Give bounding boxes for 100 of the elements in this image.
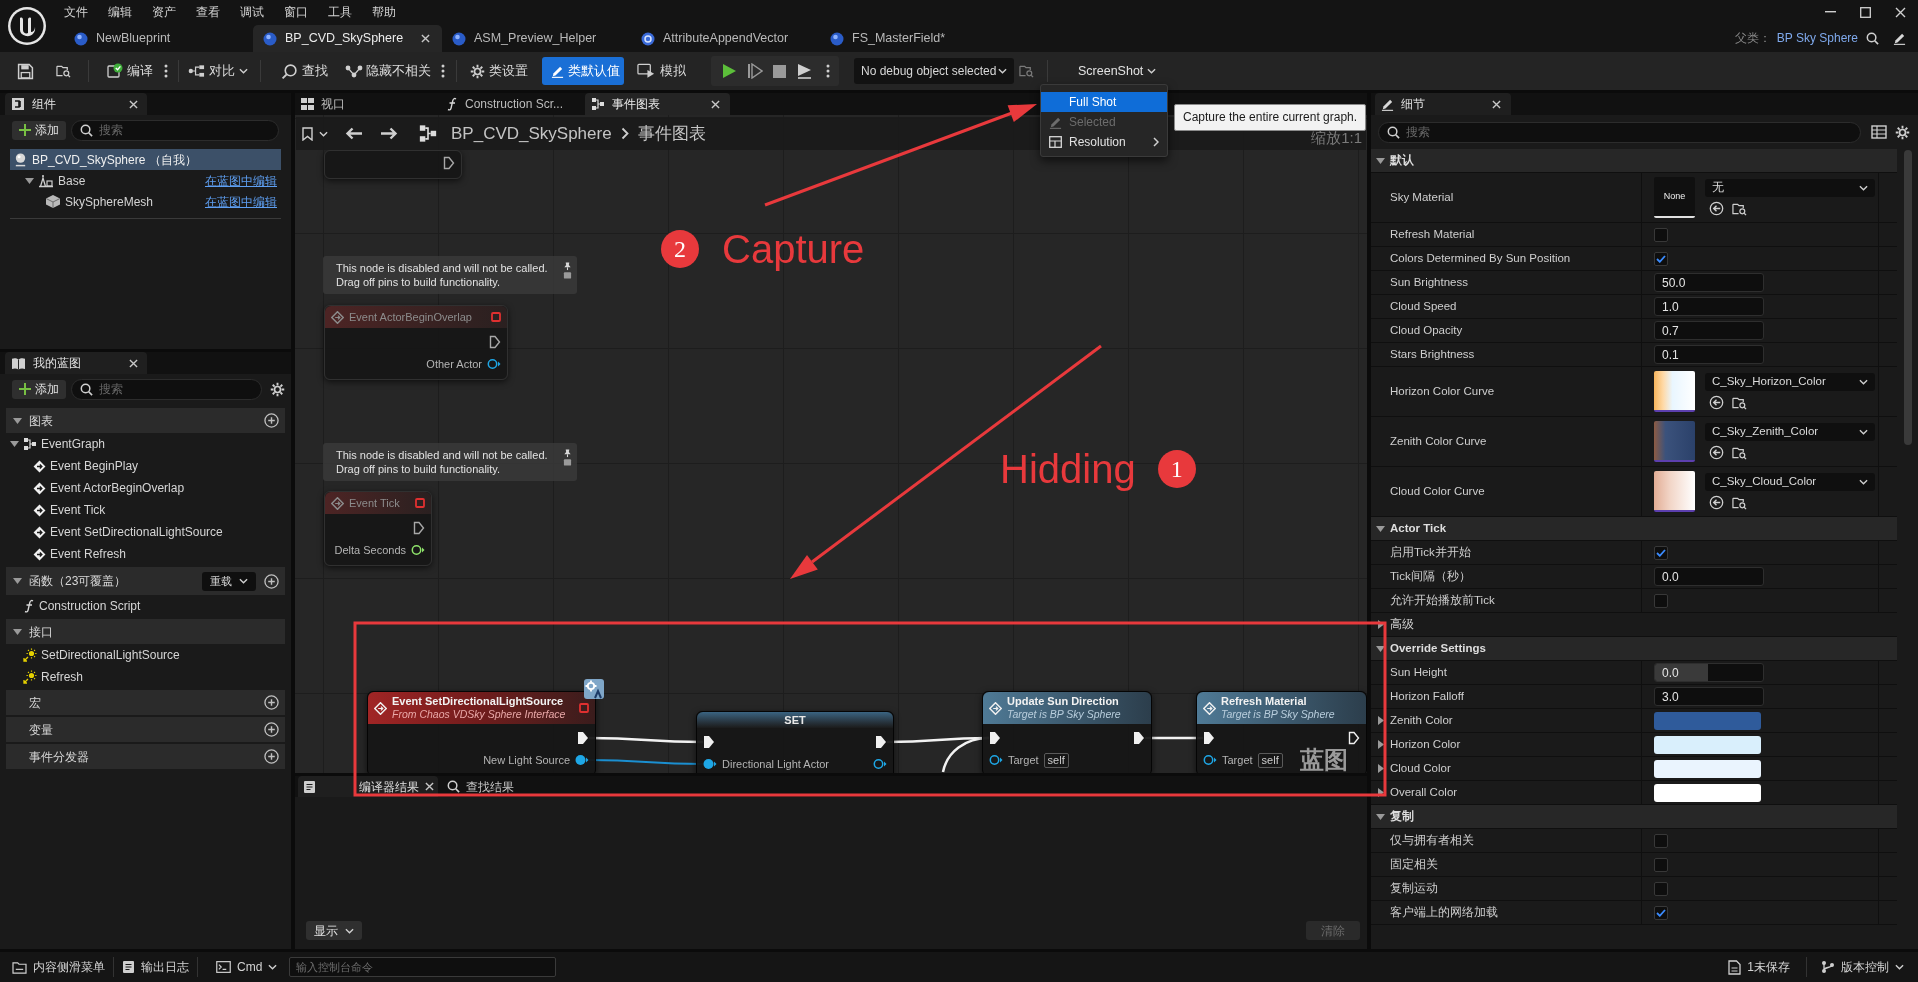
close-icon[interactable]: [1492, 99, 1501, 109]
diff-dropdown[interactable]: 对比: [184, 57, 252, 85]
stop-icon[interactable]: [773, 64, 786, 78]
compile-button[interactable]: 编译: [102, 57, 158, 85]
console-field[interactable]: 输入控制台命令: [289, 957, 557, 977]
blueprint-item[interactable]: Event SetDirectionalLightSource: [6, 521, 285, 543]
number-field[interactable]: 0.0: [1654, 567, 1764, 586]
blueprint-item[interactable]: Event ActorBeginOverlap: [6, 477, 285, 499]
checkbox[interactable]: [1654, 833, 1668, 848]
forward-arrow-icon[interactable]: [380, 127, 398, 140]
section-header[interactable]: 宏: [6, 690, 285, 715]
section-header[interactable]: 函数（23可覆盖） 重载: [6, 567, 285, 595]
menu-item[interactable]: Full Shot: [1041, 92, 1167, 112]
collapse-triangle-icon[interactable]: [1377, 764, 1384, 773]
document-tab[interactable]: FS_MasterField*: [820, 25, 1009, 52]
add-circle-icon[interactable]: [264, 722, 279, 737]
checkbox[interactable]: [1654, 227, 1668, 242]
graph-tab[interactable]: 视口: [295, 93, 440, 115]
add-button[interactable]: 添加: [12, 120, 66, 140]
breadcrumb-link[interactable]: BP_CVD_SkySphere: [451, 120, 612, 147]
graph-tab[interactable]: Construction Scr...: [440, 93, 585, 115]
more-icon[interactable]: [164, 64, 168, 78]
class-settings-button[interactable]: 类设置: [467, 57, 531, 85]
checkbox[interactable]: [1654, 857, 1668, 872]
override-dropdown[interactable]: 重载: [202, 571, 256, 591]
category-header[interactable]: Actor Tick: [1371, 517, 1897, 541]
tree-item[interactable]: BP_CVD_SkySphere （自我）: [10, 149, 281, 170]
section-header[interactable]: 事件分发器: [6, 744, 285, 769]
collapse-triangle-icon[interactable]: [1377, 620, 1384, 629]
close-icon[interactable]: [129, 358, 138, 368]
add-button[interactable]: 添加: [12, 379, 66, 399]
menu-item[interactable]: Resolution: [1041, 132, 1167, 152]
tree-item[interactable]: Base 在蓝图中编辑: [10, 170, 281, 191]
document-tab[interactable]: NewBlueprint: [64, 25, 253, 52]
asset-dropdown[interactable]: C_Sky_Zenith_Color: [1705, 423, 1875, 441]
function-node[interactable]: Update Sun Direction Target is BP Sky Sphere Target self: [982, 691, 1152, 773]
menu-item[interactable]: 工具: [318, 0, 362, 24]
number-field[interactable]: 3.0: [1654, 687, 1764, 706]
find-button[interactable]: 查找: [277, 57, 332, 85]
blueprint-item[interactable]: Event Tick: [6, 499, 285, 521]
add-circle-icon[interactable]: [264, 413, 279, 428]
close-icon[interactable]: [1895, 6, 1906, 18]
section-header[interactable]: 变量: [6, 717, 285, 742]
collapse-triangle-icon[interactable]: [1377, 788, 1384, 797]
blueprint-item[interactable]: Construction Script: [6, 595, 285, 617]
category-header[interactable]: 默认: [1371, 149, 1897, 173]
pencil-icon[interactable]: [1893, 31, 1906, 45]
add-circle-icon[interactable]: [264, 573, 279, 589]
more-icon[interactable]: [441, 64, 445, 78]
menu-item[interactable]: 调试: [230, 0, 274, 24]
arrow-left-circle-icon[interactable]: [1709, 201, 1724, 216]
asset-dropdown[interactable]: C_Sky_Cloud_Color: [1705, 473, 1875, 491]
asset-dropdown[interactable]: C_Sky_Horizon_Color: [1705, 373, 1875, 391]
arrow-left-circle-icon[interactable]: [1709, 395, 1724, 410]
collapse-triangle-icon[interactable]: [1377, 740, 1384, 749]
parent-class-link[interactable]: BP Sky Sphere: [1776, 29, 1858, 47]
event-node[interactable]: Event SetDirectionalLightSource From Chaos VDSky Sphere Interface New Light Source: [367, 691, 596, 773]
expand-triangle-icon[interactable]: [10, 441, 19, 447]
color-swatch[interactable]: [1654, 711, 1761, 730]
collapse-triangle-icon[interactable]: [1377, 716, 1384, 725]
save-icon[interactable]: [17, 62, 34, 80]
document-tab[interactable]: BP_CVD_SkySphere: [253, 25, 442, 52]
blueprint-item[interactable]: Refresh: [6, 666, 285, 688]
content-drawer-button[interactable]: 内容侧滑菜单: [4, 955, 113, 979]
menu-item[interactable]: 窗口: [274, 0, 318, 24]
settings-icon[interactable]: [1895, 124, 1910, 140]
category-header[interactable]: 复制: [1371, 805, 1897, 829]
scrollbar-thumb[interactable]: [1903, 150, 1912, 445]
my-blueprint-tab[interactable]: 我的蓝图: [5, 352, 147, 374]
folder-search-icon[interactable]: [1732, 495, 1747, 510]
blueprint-item[interactable]: Event Refresh: [6, 543, 285, 565]
class-defaults-button[interactable]: 类默认值: [542, 57, 624, 85]
skip-forward-icon[interactable]: [748, 63, 763, 79]
folder-search-icon[interactable]: [1732, 201, 1747, 216]
add-circle-icon[interactable]: [264, 695, 279, 710]
simulate-button[interactable]: 模拟: [633, 57, 690, 85]
folder-search-icon[interactable]: [1732, 445, 1747, 460]
set-node[interactable]: SET Directional Light Actor: [696, 711, 894, 773]
components-tab[interactable]: 组件: [5, 93, 147, 115]
arrow-left-circle-icon[interactable]: [1709, 445, 1724, 460]
chevron-down-icon[interactable]: [319, 130, 328, 137]
folder-search-icon[interactable]: [56, 64, 71, 78]
number-field[interactable]: 1.0: [1654, 297, 1764, 316]
number-field[interactable]: 0.1: [1654, 345, 1764, 364]
cmd-dropdown[interactable]: Cmd: [208, 955, 286, 979]
menu-item[interactable]: 帮助: [362, 0, 406, 24]
number-field[interactable]: 0.7: [1654, 321, 1764, 340]
asset-dropdown[interactable]: 无: [1705, 179, 1875, 197]
play-bar-icon[interactable]: [797, 63, 812, 79]
maximize-icon[interactable]: [1860, 6, 1871, 18]
menu-item[interactable]: 编辑: [98, 0, 142, 24]
slider-field[interactable]: 0.0: [1654, 663, 1764, 682]
color-swatch[interactable]: [1654, 759, 1761, 778]
add-circle-icon[interactable]: [264, 749, 279, 764]
panel-tab[interactable]: 查找结果: [442, 776, 522, 797]
unsaved-button[interactable]: 1未保存: [1720, 955, 1798, 979]
pin-value-field[interactable]: self: [1043, 752, 1069, 768]
checkbox[interactable]: [1654, 545, 1668, 560]
arrow-left-circle-icon[interactable]: [1709, 495, 1724, 510]
close-icon[interactable]: [129, 99, 138, 109]
